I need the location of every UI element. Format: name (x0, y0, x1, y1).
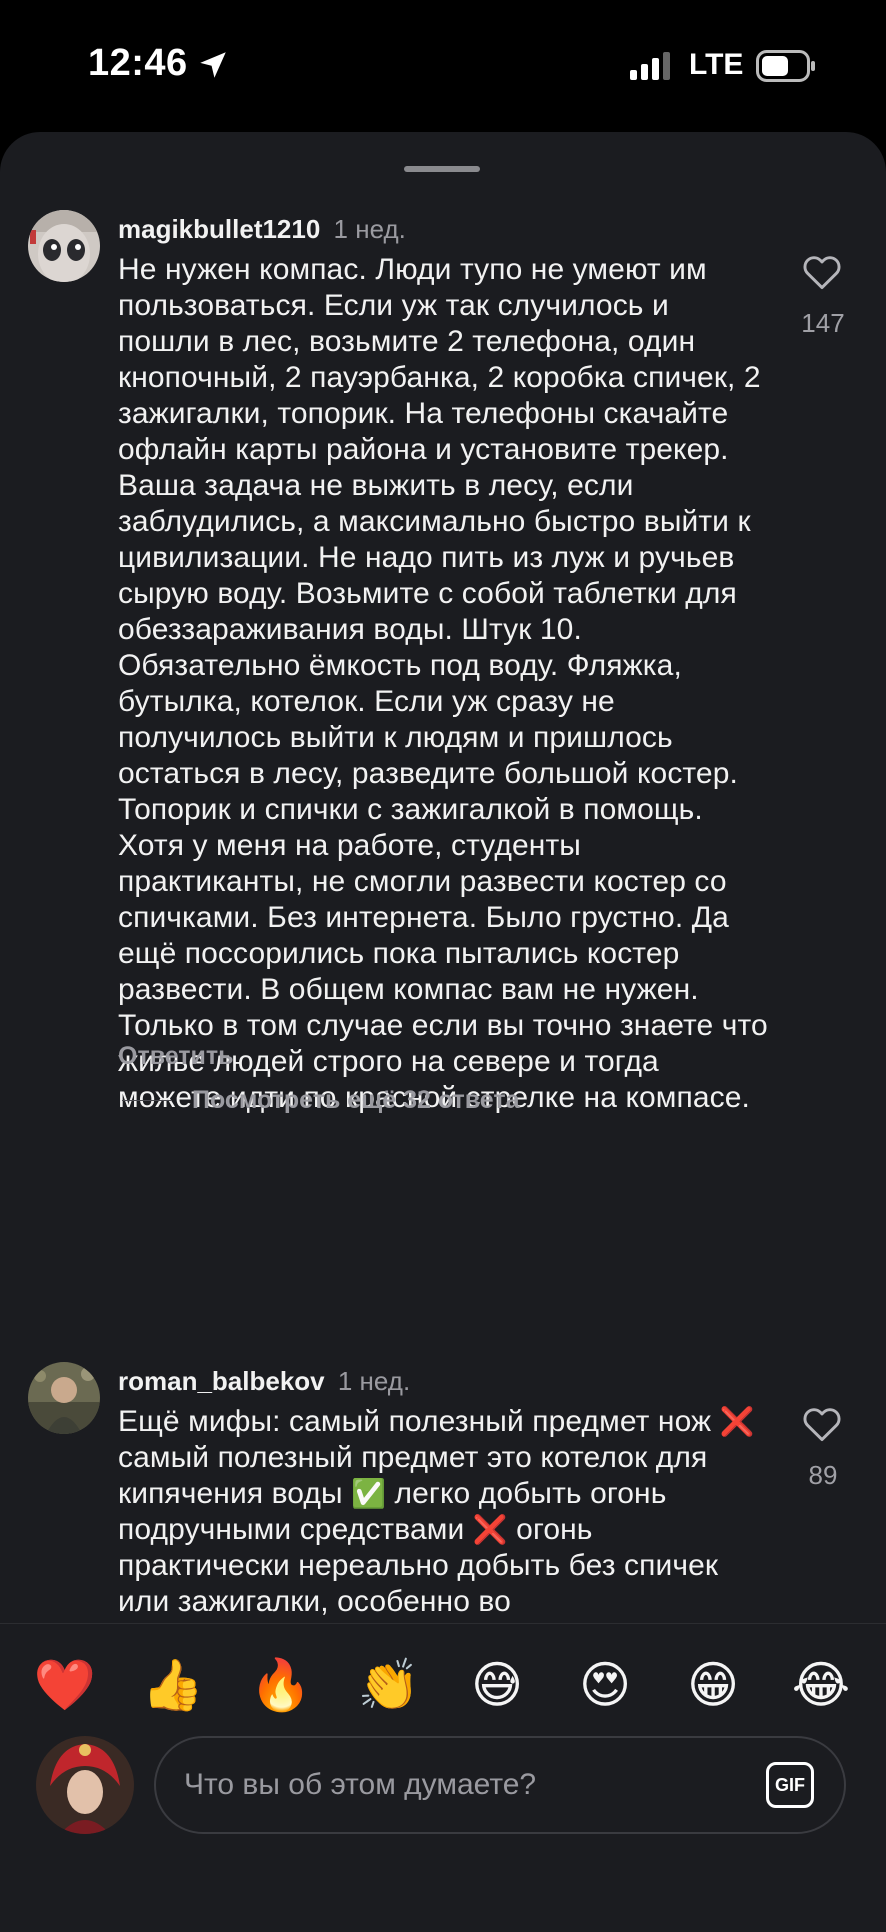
comment-text-part: Ещё мифы: самый полезный предмет нож (118, 1405, 720, 1438)
status-time: 12:46 (88, 42, 188, 84)
location-arrow-icon (200, 52, 226, 78)
comment-age: 1 нед. (333, 214, 406, 244)
status-bar: 12:46 LTE (0, 0, 886, 130)
avatar-photo-image (28, 1362, 100, 1434)
like-count: 147 (801, 308, 845, 338)
comment-header: roman_balbekov 1 нед. (118, 1366, 410, 1397)
gif-button[interactable]: GIF (766, 1762, 814, 1808)
divider (122, 1100, 172, 1101)
reaction-fire-button[interactable]: 🔥 (246, 1650, 316, 1720)
comment-composer-bar: ❤️ 👍 🔥 👏 😅 😍 😁 😂 Что вы об этом думаете?… (0, 1623, 886, 1921)
avatar[interactable] (28, 210, 100, 282)
reaction-clap-button[interactable]: 👏 (354, 1650, 424, 1720)
comment-text: Ещё мифы: самый полезный предмет нож ❌ с… (118, 1404, 768, 1620)
reaction-sweat-smile-button[interactable]: 😅 (462, 1650, 532, 1720)
sheet-grabber[interactable] (404, 166, 480, 172)
battery-icon (756, 50, 815, 82)
comment-author[interactable]: magikbullet1210 (118, 214, 320, 244)
check-mark-icon: ✅ (351, 1478, 387, 1509)
heart-icon[interactable] (800, 1402, 844, 1446)
avatar[interactable] (28, 1362, 100, 1434)
reaction-heart-button[interactable]: ❤️ (30, 1650, 100, 1720)
my-avatar[interactable] (36, 1736, 134, 1834)
cross-mark-icon: ❌ (719, 1406, 755, 1437)
view-more-replies-button[interactable]: Посмотреть ещё 32 ответа (192, 1086, 520, 1115)
comment-input-placeholder: Что вы об этом думаете? (184, 1768, 537, 1801)
reaction-joy-button[interactable]: 😂 (786, 1650, 856, 1720)
comment-author[interactable]: roman_balbekov (118, 1366, 325, 1396)
reaction-grin-button[interactable]: 😁 (678, 1650, 748, 1720)
like-count: 89 (808, 1460, 838, 1490)
reaction-thumbs-up-button[interactable]: 👍 (138, 1650, 208, 1720)
avatar-alien-image (28, 210, 100, 282)
reaction-heart-eyes-button[interactable]: 😍 (570, 1650, 640, 1720)
heart-icon[interactable] (800, 250, 844, 294)
comment-header: magikbullet1210 1 нед. (118, 214, 406, 245)
cross-mark-icon: ❌ (472, 1514, 508, 1545)
comment-age: 1 нед. (337, 1366, 411, 1396)
quick-reactions: ❤️ 👍 🔥 👏 😅 😍 😁 😂 (0, 1650, 886, 1720)
avatar-photo-image (36, 1736, 134, 1834)
signal-bars-icon (630, 52, 670, 80)
reply-button[interactable]: Ответить (118, 1042, 234, 1071)
network-label: LTE (689, 48, 744, 81)
comment-input[interactable]: Что вы об этом думаете? GIF (154, 1736, 846, 1834)
comment-text: Не нужен компас. Люди тупо не умеют им п… (118, 253, 768, 1114)
